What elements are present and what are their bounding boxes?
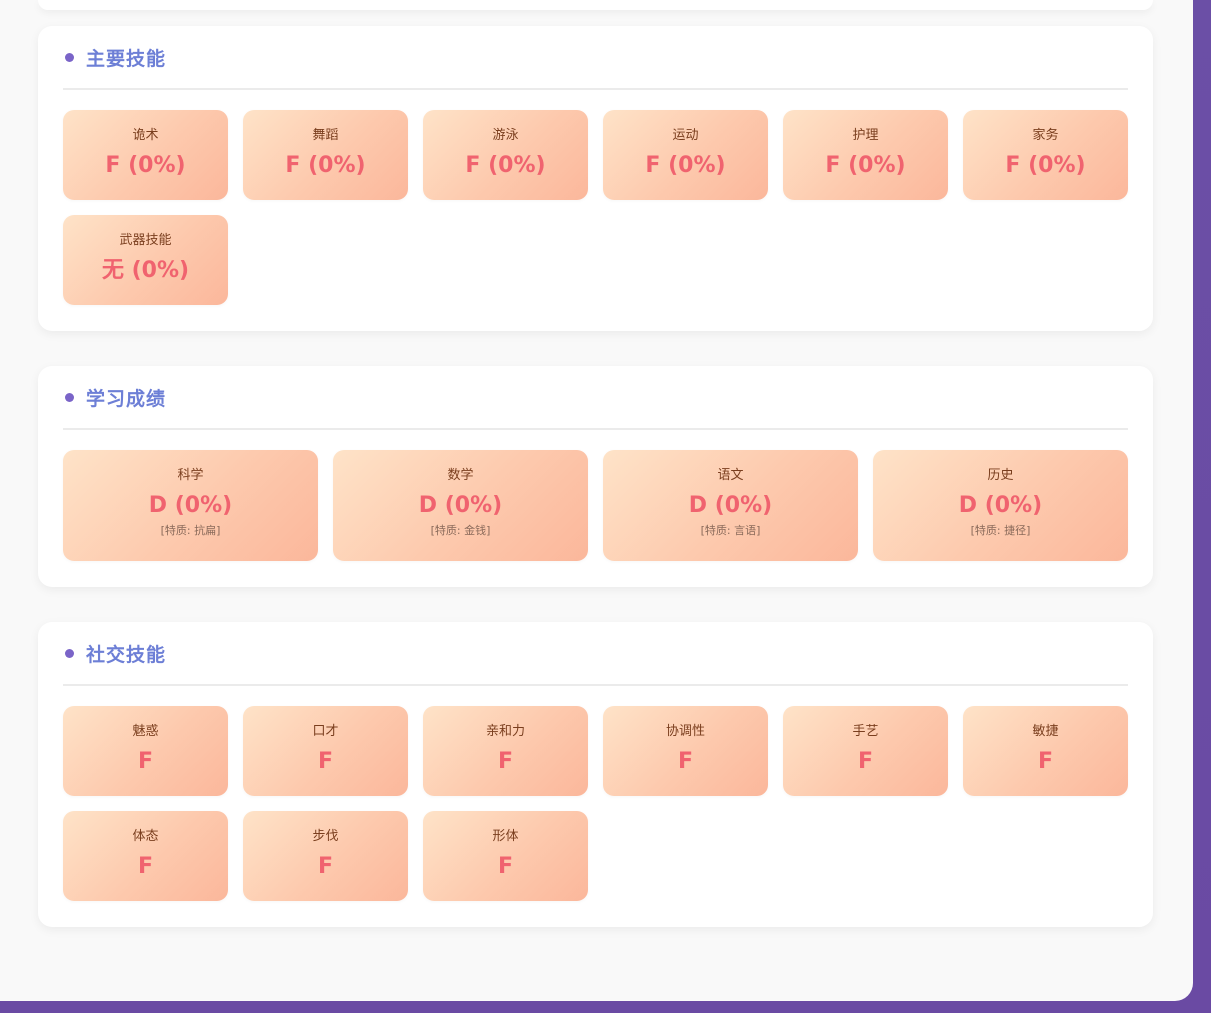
skill-tile: 运动 F (0%) [603, 110, 768, 200]
social-tile: 魅惑 F [63, 706, 228, 796]
social-label: 步伐 [312, 829, 339, 844]
social-label: 口才 [312, 724, 339, 739]
subject-label: 语文 [717, 468, 744, 483]
social-label: 手艺 [852, 724, 879, 739]
skill-label: 诡术 [132, 128, 159, 143]
social-grade: F [497, 749, 514, 774]
subject-trait: [特质: 抗扁] [160, 524, 221, 537]
social-tile: 步伐 F [243, 811, 408, 901]
skill-tile: 护理 F (0%) [783, 110, 948, 200]
skill-tile: 诡术 F (0%) [63, 110, 228, 200]
social-skills-section: 社交技能 魅惑 F 口才 F 亲和力 F 协调性 F 手艺 F 敏捷 F 体态 … [38, 622, 1153, 927]
subject-label: 历史 [987, 468, 1014, 483]
social-grade: F [677, 749, 694, 774]
section-header: 学习成绩 [63, 366, 1128, 430]
social-grade: F [497, 854, 514, 879]
social-label: 魅惑 [132, 724, 159, 739]
main-skills-section: 主要技能 诡术 F (0%) 舞蹈 F (0%) 游泳 F (0%) 运动 F … [38, 26, 1153, 331]
section-title: 学习成绩 [86, 387, 167, 410]
skill-value: F (0%) [105, 153, 186, 178]
academics-section: 学习成绩 科学 D (0%) [特质: 抗扁] 数学 D (0%) [特质: 金… [38, 366, 1153, 587]
subject-tile: 历史 D (0%) [特质: 捷径] [873, 450, 1128, 561]
skill-value: 无 (0%) [101, 258, 190, 283]
bullet-dot-icon [65, 648, 74, 658]
social-grade: F [1037, 749, 1054, 774]
social-tile: 形体 F [423, 811, 588, 901]
section-header: 社交技能 [63, 622, 1128, 686]
social-grade: F [857, 749, 874, 774]
social-grade: F [137, 854, 154, 879]
social-grid: 魅惑 F 口才 F 亲和力 F 协调性 F 手艺 F 敏捷 F 体态 F 步伐 [63, 686, 1128, 901]
social-tile: 体态 F [63, 811, 228, 901]
section-header: 主要技能 [63, 26, 1128, 90]
subject-label: 数学 [447, 468, 474, 483]
social-grade: F [317, 749, 334, 774]
social-label: 敏捷 [1032, 724, 1059, 739]
skill-label: 家务 [1032, 128, 1059, 143]
skill-label: 运动 [672, 128, 699, 143]
social-tile: 敏捷 F [963, 706, 1128, 796]
skill-grid: 诡术 F (0%) 舞蹈 F (0%) 游泳 F (0%) 运动 F (0%) … [63, 90, 1128, 305]
skill-value: F (0%) [825, 153, 906, 178]
social-tile: 亲和力 F [423, 706, 588, 796]
skill-tile: 武器技能 无 (0%) [63, 215, 228, 305]
social-label: 形体 [492, 829, 519, 844]
subject-grade: D (0%) [418, 493, 503, 518]
bullet-dot-icon [65, 392, 74, 402]
subject-grade: D (0%) [688, 493, 773, 518]
subject-tile: 语文 D (0%) [特质: 言语] [603, 450, 858, 561]
skill-value: F (0%) [645, 153, 726, 178]
social-grade: F [317, 854, 334, 879]
skill-tile: 家务 F (0%) [963, 110, 1128, 200]
subject-grade: D (0%) [148, 493, 233, 518]
skill-tile: 游泳 F (0%) [423, 110, 588, 200]
skill-value: F (0%) [285, 153, 366, 178]
skill-label: 护理 [852, 128, 879, 143]
social-tile: 口才 F [243, 706, 408, 796]
social-grade: F [137, 749, 154, 774]
subject-tile: 科学 D (0%) [特质: 抗扁] [63, 450, 318, 561]
skill-value: F (0%) [1005, 153, 1086, 178]
section-title: 社交技能 [86, 643, 167, 666]
subject-tile: 数学 D (0%) [特质: 金钱] [333, 450, 588, 561]
subject-trait: [特质: 金钱] [430, 524, 491, 537]
social-label: 体态 [132, 829, 159, 844]
academics-grid: 科学 D (0%) [特质: 抗扁] 数学 D (0%) [特质: 金钱] 语文… [63, 430, 1128, 561]
social-tile: 协调性 F [603, 706, 768, 796]
skill-tile: 舞蹈 F (0%) [243, 110, 408, 200]
social-label: 协调性 [665, 724, 705, 739]
previous-card-edge [38, 0, 1153, 10]
social-label: 亲和力 [485, 724, 525, 739]
social-tile: 手艺 F [783, 706, 948, 796]
subject-trait: [特质: 言语] [700, 524, 761, 537]
skill-label: 武器技能 [119, 233, 172, 248]
skill-value: F (0%) [465, 153, 546, 178]
subject-trait: [特质: 捷径] [970, 524, 1031, 537]
skill-label: 游泳 [492, 128, 519, 143]
subject-label: 科学 [177, 468, 204, 483]
skill-label: 舞蹈 [312, 128, 339, 143]
section-title: 主要技能 [86, 47, 167, 70]
subject-grade: D (0%) [958, 493, 1043, 518]
bullet-dot-icon [65, 52, 74, 62]
